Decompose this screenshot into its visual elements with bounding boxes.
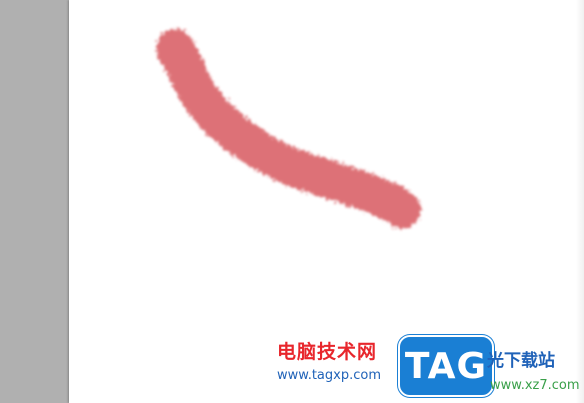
site-name: 光下载站 (487, 351, 555, 371)
tag-logo-badge: TAG (398, 335, 494, 397)
watermark-url: www.tagxp.com (277, 368, 381, 383)
brush-stroke (156, 29, 421, 229)
watermark-text-block: 电脑技术网 www.tagxp.com (277, 340, 397, 384)
paint-app-window: 电脑技术网 www.tagxp.com TAG 光下载站 www.xz7.com (0, 0, 584, 403)
watermark-chinese-title: 电脑技术网 (277, 341, 378, 363)
site-url: www.xz7.com (490, 378, 580, 393)
tag-logo-text: TAG (404, 345, 488, 387)
